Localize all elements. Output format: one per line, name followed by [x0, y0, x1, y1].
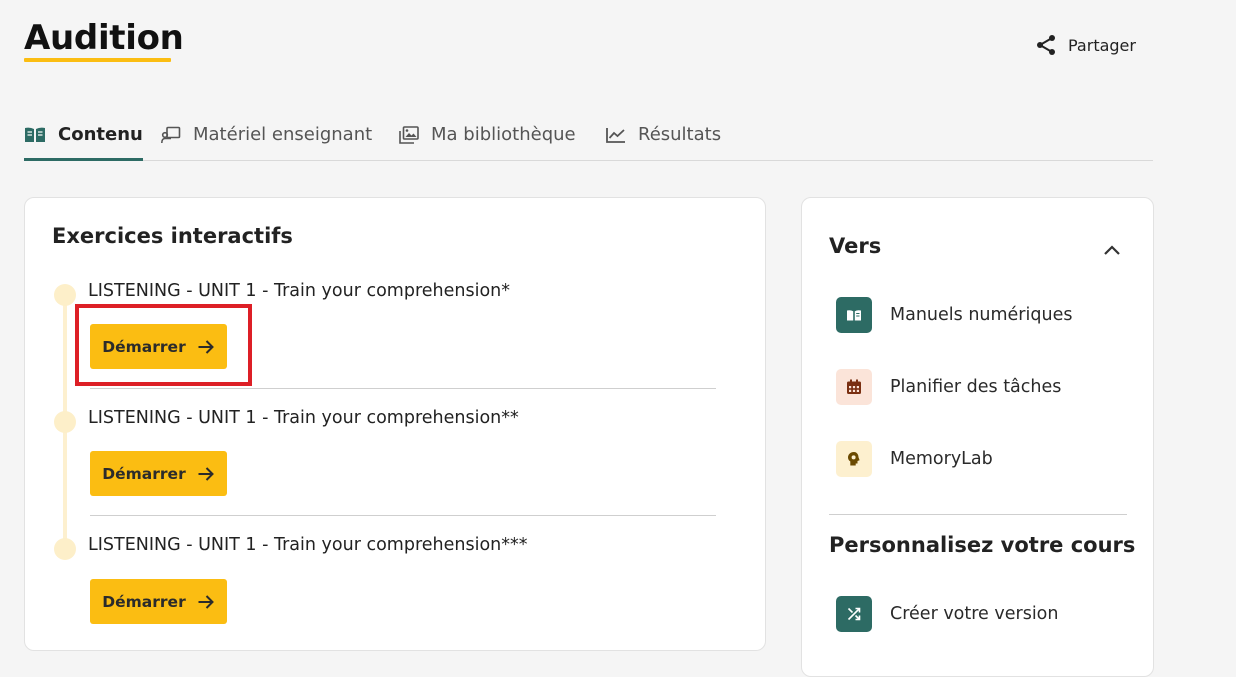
start-button-label: Démarrer: [102, 464, 186, 483]
start-button[interactable]: Démarrer: [90, 324, 227, 369]
timeline-dot: [54, 411, 76, 433]
start-button-label: Démarrer: [102, 337, 186, 356]
image-library-icon: [399, 125, 419, 144]
shuffle-icon: [836, 596, 872, 632]
exercise-title: LISTENING - UNIT 1 - Train your comprehe…: [88, 408, 519, 428]
share-label: Partager: [1068, 35, 1136, 55]
sidebar-item-creer-votre-version[interactable]: Créer votre version: [836, 595, 1058, 633]
book-open-icon: [24, 126, 46, 144]
exercise-divider: [90, 388, 716, 389]
tab-label: Ma bibliothèque: [431, 124, 576, 145]
personalize-title: Personnalisez votre cours: [829, 533, 1136, 557]
timeline-dot: [54, 538, 76, 560]
sidebar-item-label: Créer votre version: [890, 604, 1059, 624]
page-title: Audition: [24, 18, 184, 58]
start-button-label: Démarrer: [102, 592, 186, 611]
arrow-right-icon: [197, 466, 215, 482]
start-button[interactable]: Démarrer: [90, 579, 227, 624]
exercises-card: Exercices interactifs LISTENING - UNIT 1…: [24, 197, 766, 651]
tab-label: Résultats: [638, 124, 722, 145]
section-title: Exercices interactifs: [52, 224, 293, 248]
sidebar-item-manuels-numeriques[interactable]: Manuels numériques: [836, 296, 1072, 334]
sidebar-item-label: Planifier des tâches: [890, 377, 1062, 397]
tab-materiel-enseignant[interactable]: Matériel enseignant: [161, 110, 372, 159]
teacher-board-icon: [161, 126, 181, 144]
timeline-dot: [54, 284, 76, 306]
sidebar-item-label: MemoryLab: [890, 449, 993, 469]
title-underline: [24, 58, 171, 62]
sidebar-divider: [829, 514, 1127, 515]
exercise-title: LISTENING - UNIT 1 - Train your comprehe…: [88, 281, 510, 301]
exercise-title: LISTENING - UNIT 1 - Train your comprehe…: [88, 535, 528, 555]
tab-bar: Contenu Matériel enseignant Ma bibliothè…: [24, 110, 1153, 161]
book-icon: [836, 297, 872, 333]
calendar-icon: [836, 369, 872, 405]
sidebar-item-memorylab[interactable]: MemoryLab: [836, 440, 993, 478]
sidebar-item-planifier-des-taches[interactable]: Planifier des tâches: [836, 368, 1061, 406]
brain-icon: [836, 441, 872, 477]
tab-resultats[interactable]: Résultats: [606, 110, 721, 159]
collapse-button[interactable]: [1098, 236, 1126, 264]
arrow-right-icon: [197, 594, 215, 610]
exercise-divider: [90, 515, 716, 516]
sidebar-item-label: Manuels numériques: [890, 305, 1073, 325]
start-button[interactable]: Démarrer: [90, 451, 227, 496]
sidebar-card: Vers Manuels numériques Planifier des tâ…: [801, 197, 1154, 677]
share-icon: [1034, 33, 1058, 57]
vers-title: Vers: [829, 234, 882, 258]
line-chart-icon: [606, 127, 626, 143]
tab-ma-bibliotheque[interactable]: Ma bibliothèque: [399, 110, 576, 159]
tab-contenu[interactable]: Contenu: [24, 110, 143, 161]
arrow-right-icon: [197, 339, 215, 355]
share-button[interactable]: Partager: [1034, 30, 1136, 60]
tab-label: Contenu: [58, 124, 143, 145]
tab-label: Matériel enseignant: [193, 124, 373, 145]
chevron-up-icon: [1103, 241, 1121, 260]
